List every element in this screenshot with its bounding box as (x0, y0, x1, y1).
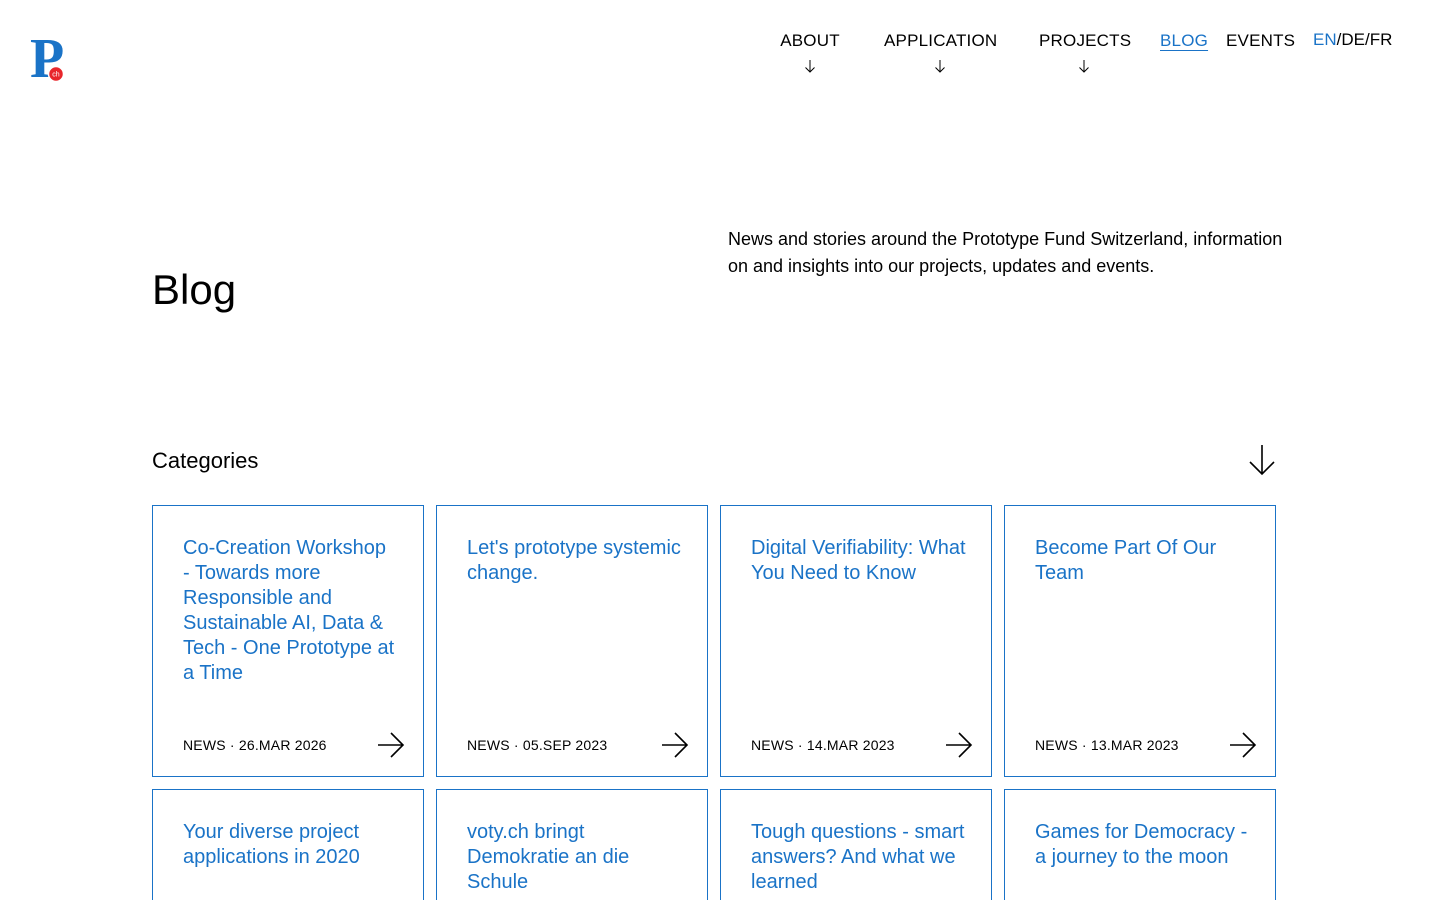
blog-post-card[interactable]: Become Part Of Our Team NEWS · 13.MAR 20… (1004, 505, 1276, 777)
arrow-down-icon (1249, 445, 1275, 476)
blog-post-title: Co-Creation Workshop - Towards more Resp… (183, 537, 395, 684)
nav-item-blog[interactable]: BLOG (1160, 30, 1208, 52)
arrow-right-icon (662, 732, 689, 758)
blog-post-title: Let's prototype systemic change. (467, 537, 681, 584)
blog-post-date: 14.MAR 2023 (806, 737, 895, 753)
page-intro: News and stories around the Prototype Fu… (728, 229, 1283, 276)
blog-post-card[interactable]: Let's prototype systemic change. NEWS · … (436, 505, 708, 777)
blog-post-date: 05.SEP 2023 (522, 737, 608, 753)
arrow-down-icon (805, 60, 815, 73)
blog-post-card[interactable]: Your diverse project applications in 202… (152, 789, 424, 900)
categories-toggle[interactable]: Categories (152, 444, 1276, 478)
main-navigation: ABOUT APPLICATION PROJECTS BLOG EVENTS E… (0, 30, 1440, 90)
nav-item-events[interactable]: EVENTS (1226, 30, 1296, 52)
blog-post-meta: NEWS · 26.MAR 2026 (183, 737, 327, 753)
blog-post-title: Your diverse project applications in 202… (183, 821, 360, 868)
blog-post-title: Become Part Of Our Team (1035, 537, 1217, 584)
blog-post-title: Games for Democracy - a journey to the m… (1035, 821, 1248, 868)
blog-post-category: NEWS (751, 737, 794, 753)
blog-post-date: 13.MAR 2023 (1090, 737, 1179, 753)
arrow-right-icon (378, 732, 405, 758)
arrow-right-icon (1230, 732, 1257, 758)
arrow-down-icon (935, 60, 945, 73)
nav-item-label: EVENTS (1226, 31, 1296, 50)
blog-post-meta: NEWS · 14.MAR 2023 (751, 737, 895, 753)
blog-post-card[interactable]: Digital Verifiability: What You Need to … (720, 505, 992, 777)
blog-post-title: Digital Verifiability: What You Need to … (751, 537, 966, 584)
blog-post-card[interactable]: voty.ch bringt Demokratie an die Schule (436, 789, 708, 900)
language-switcher: EN/DE/FR (1313, 30, 1392, 50)
blog-post-card[interactable]: Games for Democracy - a journey to the m… (1004, 789, 1276, 900)
blog-post-date: 26.MAR 2026 (238, 737, 327, 753)
blog-post-category: NEWS (1035, 737, 1078, 753)
nav-item-application[interactable]: APPLICATION (884, 30, 998, 74)
nav-item-label: ABOUT (780, 31, 840, 50)
categories-label: Categories (152, 448, 259, 473)
language-option-fr[interactable]: FR (1370, 30, 1393, 49)
language-option-en[interactable]: EN (1313, 30, 1337, 49)
nav-item-label: APPLICATION (884, 31, 998, 50)
arrow-down-icon (1079, 60, 1089, 73)
blog-post-meta: NEWS · 05.SEP 2023 (467, 737, 608, 753)
nav-item-label: PROJECTS (1039, 31, 1132, 50)
blog-post-card[interactable]: Co-Creation Workshop - Towards more Resp… (152, 505, 424, 777)
blog-post-title: Tough questions - smart answers? And wha… (751, 821, 965, 893)
nav-item-label: BLOG (1160, 31, 1209, 50)
language-option-de[interactable]: DE (1341, 30, 1365, 49)
blog-post-category: NEWS (467, 737, 510, 753)
nav-item-projects[interactable]: PROJECTS (1039, 30, 1132, 74)
page-title: Blog (152, 266, 237, 313)
blog-post-category: NEWS (183, 737, 226, 753)
arrow-right-icon (946, 732, 973, 758)
blog-post-meta: NEWS · 13.MAR 2023 (1035, 737, 1179, 753)
blog-post-card[interactable]: Tough questions - smart answers? And wha… (720, 789, 992, 900)
nav-item-about[interactable]: ABOUT (780, 30, 840, 74)
blog-post-title: voty.ch bringt Demokratie an die Schule (467, 821, 630, 893)
